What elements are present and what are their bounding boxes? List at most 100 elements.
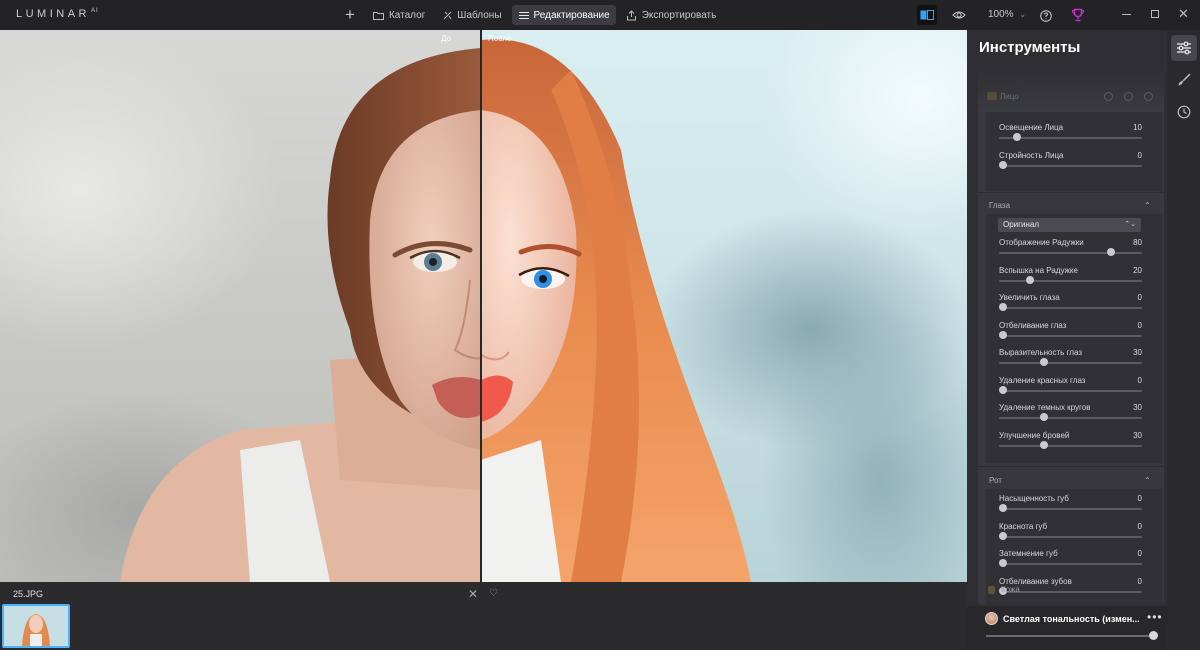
eyes-section-title[interactable]: Глаза — [989, 201, 1010, 210]
slider-eyes-5[interactable]: Удаление красных глаз 0 — [999, 376, 1142, 404]
eye-icon — [952, 11, 966, 19]
visibility-icon[interactable] — [1144, 92, 1153, 101]
favorite-button[interactable]: ♡ — [489, 588, 498, 599]
slider-face-0[interactable]: Освещение Лица 10 — [999, 123, 1142, 151]
slider-mouth-0[interactable]: Насыщенность губ 0 — [999, 494, 1142, 522]
mouth-collapse-chevron-icon[interactable]: ⌃ — [1144, 476, 1151, 485]
slider-knob[interactable] — [1107, 248, 1115, 256]
slider-mouth-3[interactable]: Отбеливание зубов 0 — [999, 577, 1142, 605]
slider-knob[interactable] — [1039, 440, 1048, 449]
history-tab-button[interactable] — [1171, 99, 1197, 125]
slider-eyes-0[interactable]: Отображение Радужки 80 — [999, 238, 1142, 266]
slider-track[interactable] — [999, 164, 1142, 167]
zoom-value: 100% — [988, 9, 1014, 20]
slider-knob[interactable] — [999, 531, 1007, 540]
slider-face-1[interactable]: Стройность Лица 0 — [999, 151, 1142, 179]
slider-track[interactable] — [999, 590, 1142, 593]
preset-amount-track[interactable] — [986, 635, 1153, 637]
slider-label: Освещение Лица — [999, 123, 1064, 132]
slider-knob[interactable] — [1039, 358, 1048, 366]
preset-avatar — [985, 612, 998, 625]
chevron-down-icon: ⌄ — [1019, 10, 1027, 19]
slider-label: Стройность Лица — [999, 150, 1064, 160]
slider-eyes-6[interactable]: Удаление темных кругов 30 — [999, 403, 1142, 431]
nav-templates-button[interactable]: Шаблоны — [435, 5, 507, 25]
slider-track[interactable] — [999, 535, 1142, 538]
before-image — [0, 30, 481, 582]
slider-knob[interactable] — [999, 330, 1007, 339]
slider-knob[interactable] — [1039, 413, 1048, 421]
luminar-app: LUMINARAI + Каталог Шаблоны Редактирован… — [0, 0, 1200, 650]
photo-canvas[interactable]: До После — [0, 30, 967, 582]
before-label: До — [441, 34, 451, 43]
slider-track[interactable] — [999, 389, 1142, 392]
preset-more-button[interactable]: ••• — [1147, 610, 1163, 624]
add-photos-button[interactable]: + — [345, 6, 355, 24]
brush-tab-button[interactable] — [1171, 67, 1197, 93]
slider-track[interactable] — [999, 508, 1142, 510]
slider-mouth-1[interactable]: Краснота губ 0 — [999, 522, 1142, 550]
slider-eyes-3[interactable]: Отбеливание глаз 0 — [999, 321, 1142, 349]
skin-section-header[interactable]: Кожа — [985, 585, 1020, 594]
slider-value: 0 — [1137, 549, 1142, 558]
help-button[interactable] — [1040, 9, 1052, 22]
after-image — [481, 30, 967, 582]
eyes-collapse-chevron-icon[interactable]: ⌃ — [1144, 201, 1151, 210]
templates-icon — [441, 9, 453, 21]
slider-knob[interactable] — [999, 504, 1007, 512]
slider-knob[interactable] — [999, 303, 1007, 311]
slider-knob[interactable] — [999, 160, 1007, 169]
trophy-icon — [1071, 8, 1085, 22]
tools-tab-button[interactable] — [1171, 35, 1197, 61]
slider-track[interactable] — [999, 307, 1142, 309]
eyes-preset-dropdown[interactable]: Оригинал ⌃⌄ — [998, 218, 1141, 232]
clock-icon — [1177, 105, 1191, 119]
slider-knob[interactable] — [999, 385, 1007, 394]
slider-label: Отбеливание глаз — [999, 320, 1067, 330]
slider-value: 30 — [1133, 430, 1142, 440]
section-divider — [978, 192, 1164, 193]
slider-knob[interactable] — [999, 559, 1007, 567]
brush-icon — [1178, 73, 1191, 86]
preview-eye-button[interactable] — [952, 8, 966, 22]
slider-eyes-2[interactable]: Увеличить глаза 0 — [999, 293, 1142, 321]
preset-name[interactable]: Светлая тональность (измен... — [1003, 614, 1140, 624]
slider-track[interactable] — [999, 362, 1142, 364]
nav-edit-button[interactable]: Редактирование — [511, 5, 616, 25]
slider-eyes-4[interactable]: Выразительность глаз 30 — [999, 348, 1142, 376]
slider-value: 0 — [1137, 150, 1142, 160]
zoom-dropdown[interactable]: 100% ⌄ — [988, 9, 1026, 20]
slider-track[interactable] — [999, 444, 1142, 447]
slider-track[interactable] — [999, 417, 1142, 419]
nav-catalog-button[interactable]: Каталог — [367, 5, 431, 25]
photo-thumbnail[interactable] — [2, 604, 70, 648]
slider-label: Удаление темных кругов — [999, 403, 1091, 412]
compare-split-handle[interactable] — [480, 30, 482, 582]
right-toolbar — [1167, 30, 1200, 650]
compare-toggle-button[interactable] — [917, 5, 937, 25]
slider-track[interactable] — [999, 279, 1142, 282]
slider-value: 10 — [1133, 123, 1142, 132]
nav-export-button[interactable]: Экспортировать — [620, 5, 723, 25]
achievements-button[interactable] — [1071, 8, 1085, 22]
undo-icon[interactable] — [1104, 92, 1113, 101]
window-close-button[interactable]: ✕ — [1178, 7, 1189, 21]
slider-track[interactable] — [999, 334, 1142, 337]
window-maximize-button[interactable] — [1151, 10, 1159, 18]
preset-amount-knob[interactable] — [1149, 631, 1158, 640]
slider-value: 0 — [1137, 375, 1142, 385]
window-minimize-button[interactable] — [1122, 14, 1131, 15]
slider-track[interactable] — [999, 252, 1142, 254]
mouth-section-title[interactable]: Рот — [989, 476, 1002, 485]
slider-knob[interactable] — [1026, 275, 1034, 284]
skin-tool-icon — [988, 586, 995, 594]
slider-track[interactable] — [999, 563, 1142, 565]
slider-eyes-7[interactable]: Улучшение бровей 30 — [999, 431, 1142, 459]
close-filmstrip-button[interactable]: ✕ — [468, 587, 478, 601]
slider-knob[interactable] — [1012, 133, 1021, 141]
slider-value: 30 — [1133, 403, 1142, 412]
reset-icon[interactable] — [1124, 92, 1133, 101]
slider-mouth-2[interactable]: Затемнение губ 0 — [999, 549, 1142, 577]
slider-eyes-1[interactable]: Вспышка на Радужке 20 — [999, 266, 1142, 294]
slider-label: Краснота губ — [999, 521, 1048, 531]
